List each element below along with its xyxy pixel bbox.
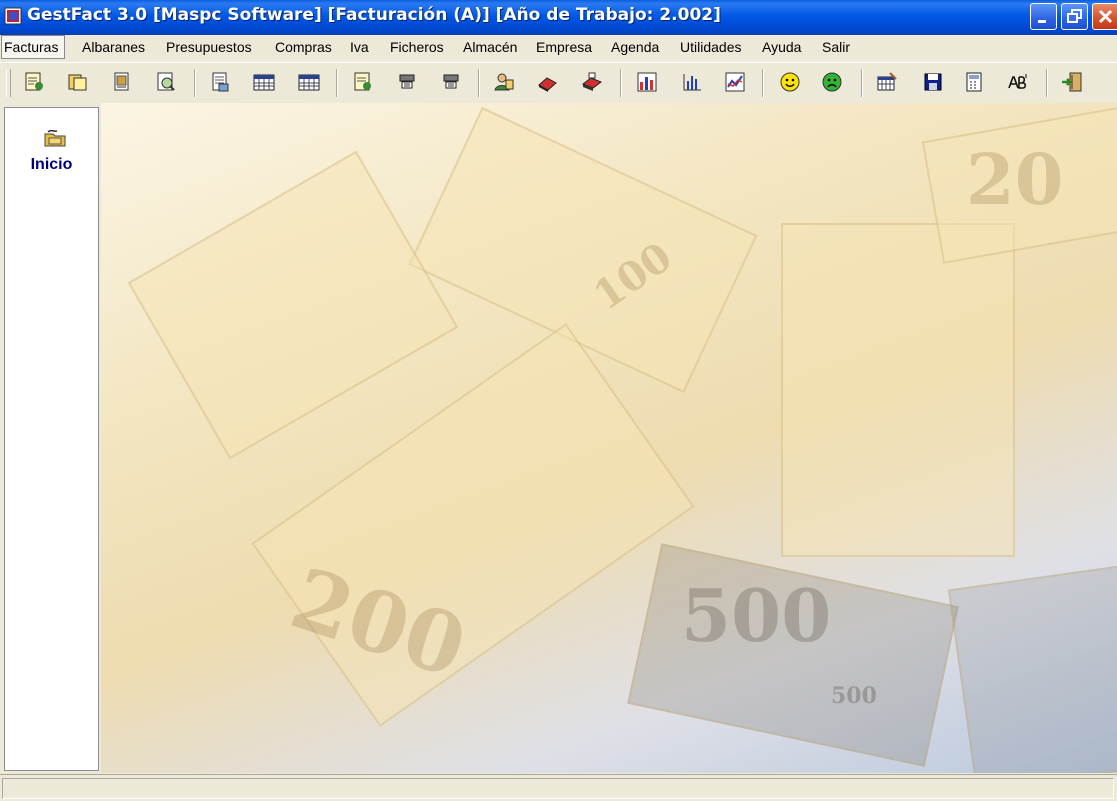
toolbar-separator (1046, 69, 1048, 97)
menu-agenda[interactable]: Agenda (611, 39, 659, 55)
client-icon (494, 73, 514, 91)
toolbar-separator (336, 69, 338, 97)
grid-table-2-icon (298, 74, 320, 91)
copy-invoice-icon (68, 74, 87, 91)
new-invoice-icon (25, 72, 43, 91)
line-chart-button[interactable] (723, 70, 747, 94)
menu-presupuestos[interactable]: Presupuestos (166, 39, 252, 55)
banknote-label: 500 (831, 683, 877, 709)
ab-text-icon (1008, 74, 1027, 89)
toolbar-separator (762, 69, 764, 97)
edit-document-icon (354, 72, 371, 91)
eraser-icon (538, 77, 557, 92)
sidebar-item-label: Inicio (30, 156, 73, 173)
stamp-icon (399, 74, 415, 89)
minimize-icon (1038, 20, 1046, 23)
client-button[interactable] (492, 70, 516, 94)
toolbar-grip[interactable] (6, 69, 11, 97)
sidebar: Inicio (0, 103, 101, 773)
sidebar-panel: Inicio (4, 107, 99, 771)
sad-face-button[interactable] (820, 70, 844, 94)
toolbar-separator (620, 69, 622, 97)
save-disk-button[interactable] (921, 70, 945, 94)
grid-table-icon (253, 74, 275, 91)
calculator-button[interactable] (962, 70, 986, 94)
bar-chart-button[interactable] (635, 70, 659, 94)
edit-document-button[interactable] (351, 70, 375, 94)
status-bar (0, 774, 1117, 801)
stamp-2-icon (443, 74, 459, 89)
minimize-button[interactable] (1030, 3, 1057, 30)
line-chart-icon (725, 72, 745, 92)
sad-face-icon (822, 72, 842, 92)
toolbar (0, 62, 1117, 104)
eraser-button[interactable] (536, 70, 560, 94)
menu-albaranes[interactable]: Albaranes (82, 39, 145, 55)
toolbar-separator (478, 69, 480, 97)
calendar-edit-button[interactable] (875, 70, 899, 94)
window-title: GestFact 3.0 [Maspc Software] [Facturaci… (27, 5, 721, 25)
menu-ficheros[interactable]: Ficheros (390, 39, 444, 55)
menu-facturas[interactable]: Facturas (1, 35, 65, 59)
banknote-label: 500 (681, 573, 832, 658)
banknote-label: 20 (966, 138, 1064, 221)
new-delivery-note-icon (212, 72, 229, 92)
grid-table-button[interactable] (252, 70, 276, 94)
restore-button[interactable] (1061, 3, 1088, 30)
calendar-edit-icon (877, 72, 897, 91)
title-bar[interactable]: GestFact 3.0 [Maspc Software] [Facturaci… (0, 0, 1117, 35)
copy-invoice-button[interactable] (66, 70, 90, 94)
happy-face-button[interactable] (778, 70, 802, 94)
exit-door-icon (1062, 72, 1082, 92)
menu-utilidades[interactable]: Utilidades (680, 39, 741, 55)
menu-empresa[interactable]: Empresa (536, 39, 592, 55)
main-workspace: 20 100 500 200 500 (101, 103, 1117, 773)
search-invoice-button[interactable] (154, 70, 178, 94)
euro-banknotes-image: 20 100 500 200 500 (101, 103, 1117, 773)
menu-ayuda[interactable]: Ayuda (762, 39, 801, 55)
restore-icon (1067, 9, 1082, 23)
exit-button[interactable] (1060, 70, 1084, 94)
happy-face-icon (780, 72, 800, 92)
save-disk-icon (924, 73, 942, 91)
ab-text-button[interactable] (1006, 70, 1030, 94)
print-invoice-icon (114, 72, 129, 91)
folder-hand-icon (44, 129, 66, 147)
menu-bar: Facturas Albaranes Presupuestos Compras … (0, 35, 1117, 61)
stamp-button[interactable] (395, 70, 419, 94)
stamp-2-button[interactable] (439, 70, 463, 94)
close-icon (1098, 9, 1113, 24)
search-invoice-icon (157, 72, 175, 91)
menu-compras[interactable]: Compras (275, 39, 332, 55)
close-button[interactable] (1092, 3, 1117, 30)
column-chart-icon (683, 74, 701, 91)
new-invoice-button[interactable] (22, 70, 46, 94)
grid-table-2-button[interactable] (297, 70, 321, 94)
menu-iva[interactable]: Iva (350, 39, 369, 55)
toolbar-separator (861, 69, 863, 97)
bar-chart-icon (637, 72, 657, 92)
print-invoice-button[interactable] (110, 70, 134, 94)
new-delivery-note-button[interactable] (208, 70, 232, 94)
menu-salir[interactable]: Salir (822, 39, 850, 55)
status-panel (2, 778, 1114, 799)
app-icon (4, 7, 22, 25)
menu-almacen[interactable]: Almacén (463, 39, 517, 55)
toolbar-separator (194, 69, 196, 97)
column-chart-button[interactable] (680, 70, 704, 94)
printer-icon (581, 72, 603, 91)
calculator-icon (966, 72, 982, 92)
printer-button[interactable] (580, 70, 604, 94)
